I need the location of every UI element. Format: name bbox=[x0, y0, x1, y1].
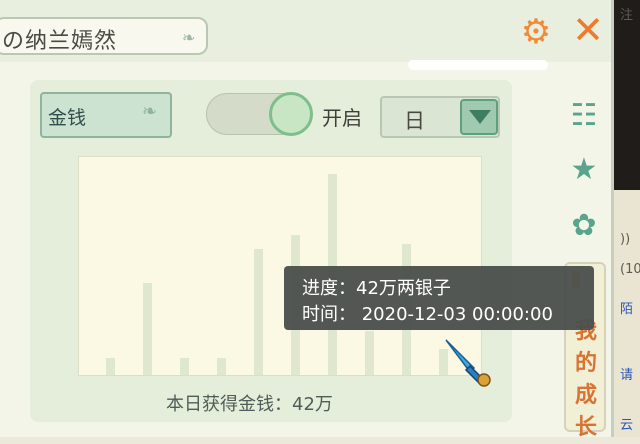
ornament-icon: ❧ bbox=[182, 28, 196, 47]
close-icon[interactable]: ✕ bbox=[568, 10, 608, 50]
background-text-1: 注 bbox=[620, 8, 634, 23]
money-tab-label: 金钱 bbox=[48, 107, 87, 129]
chart-bar[interactable] bbox=[365, 331, 374, 375]
player-name: の纳兰嫣然 bbox=[2, 29, 118, 54]
dropdown-button[interactable] bbox=[460, 99, 498, 135]
tooltip-time: 时间： 2020-12-03 00:00:00 bbox=[302, 304, 553, 325]
chart-bar[interactable] bbox=[180, 358, 189, 375]
chat-icon[interactable]: ☷ bbox=[566, 98, 602, 134]
chevron-down-icon bbox=[469, 110, 491, 124]
toggle-label: 开启 bbox=[322, 106, 362, 130]
money-tab[interactable]: 金钱 ❧ bbox=[40, 92, 172, 138]
background-text-6: 云 bbox=[620, 418, 634, 433]
my-growth-label: 我的成长 bbox=[574, 319, 597, 440]
growth-window: の纳兰嫣然 ❧ ⚙ ✕ 金钱 ❧ 开启 日 本日获得金钱：42万 ☷ ★ ✿ ▮… bbox=[0, 0, 614, 440]
chart-tooltip: 进度：42万两银子 时间： 2020-12-03 00:00:00 bbox=[284, 266, 594, 330]
divider bbox=[408, 60, 548, 70]
chart-bar[interactable] bbox=[143, 283, 152, 375]
daily-money-summary: 本日获得金钱：42万 bbox=[166, 394, 333, 415]
chart-bar[interactable] bbox=[254, 249, 263, 375]
gear-icon[interactable]: ⚙ bbox=[516, 12, 556, 52]
tab-ornament-icon: ❧ bbox=[142, 101, 158, 122]
chart-bar[interactable] bbox=[106, 358, 115, 375]
enable-toggle[interactable] bbox=[206, 92, 313, 136]
toggle-knob[interactable] bbox=[269, 92, 313, 136]
player-name-box: の纳兰嫣然 ❧ bbox=[0, 17, 208, 55]
star-icon[interactable]: ★ bbox=[566, 152, 602, 188]
period-select[interactable]: 日 bbox=[380, 96, 500, 138]
sword-cursor-icon bbox=[445, 339, 491, 387]
background-text-4: 陌 bbox=[620, 302, 634, 317]
tooltip-progress: 进度：42万两银子 bbox=[302, 278, 451, 299]
paw-icon[interactable]: ✿ bbox=[566, 208, 602, 244]
chart-bar[interactable] bbox=[217, 358, 226, 375]
background-text-5: 请 bbox=[620, 368, 634, 383]
background-text-2: )) bbox=[620, 232, 631, 247]
background-text-3: (10 bbox=[620, 262, 640, 277]
period-value: 日 bbox=[404, 109, 425, 133]
